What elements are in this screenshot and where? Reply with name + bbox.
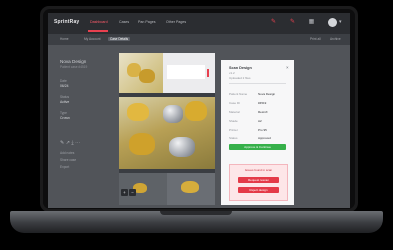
field-value: Pro 95 bbox=[258, 128, 267, 132]
sidebar-link-share[interactable]: Share case bbox=[60, 158, 76, 162]
scan-caption-box bbox=[167, 65, 205, 79]
field-label: Type bbox=[60, 111, 67, 115]
case-title: Nova Design bbox=[60, 59, 87, 64]
panel-title: Scan Design bbox=[229, 66, 252, 70]
breadcrumb-home[interactable]: Home bbox=[60, 37, 69, 41]
reject-design-button[interactable]: Reject design bbox=[238, 187, 279, 193]
nav-item-dashboard[interactable]: Dashboard bbox=[90, 20, 108, 24]
tooth-model bbox=[185, 101, 207, 121]
marker bbox=[207, 69, 209, 77]
field-value: #4519 bbox=[258, 101, 267, 105]
field-value: Active bbox=[60, 100, 70, 104]
nav-item-other-pages[interactable]: Other Pages bbox=[166, 20, 186, 24]
field-value: Crown bbox=[60, 116, 70, 120]
laptop-hinge bbox=[160, 211, 232, 215]
crown-model bbox=[169, 137, 195, 157]
tooth-model bbox=[129, 133, 155, 155]
more-icon[interactable]: ⋯ bbox=[75, 140, 82, 146]
issue-alert: Issues found in scan Request rescan Reje… bbox=[229, 164, 288, 201]
field-label: Status bbox=[229, 136, 238, 140]
nav-item-pan-pages[interactable]: Pan Pages bbox=[138, 20, 156, 24]
nav-item-cases[interactable]: Cases bbox=[119, 20, 129, 24]
print-all-link[interactable]: Print all bbox=[310, 37, 321, 41]
case-subtitle: Patient case #4519 bbox=[60, 65, 88, 69]
sidebar-link-notes[interactable]: Add notes bbox=[60, 151, 74, 155]
alert-title: Issues found in scan bbox=[244, 168, 273, 172]
breadcrumb: Home My Account Case Details Print all A… bbox=[48, 34, 350, 45]
field-value: A2 bbox=[258, 119, 262, 123]
field-label: Patient Name bbox=[229, 92, 248, 96]
sidebar: Nova Design Patient case #4519 Date 06/2… bbox=[48, 45, 116, 208]
chevron-down-icon[interactable]: ▾ bbox=[339, 19, 342, 25]
field-label: Shade bbox=[229, 119, 238, 123]
field-label: Material bbox=[229, 110, 240, 114]
close-icon[interactable]: × bbox=[286, 65, 289, 70]
sidebar-link-export[interactable]: Export bbox=[60, 165, 69, 169]
field-value: ResinX bbox=[258, 110, 268, 114]
field-value: Nova Design bbox=[258, 92, 276, 96]
tooth-model bbox=[139, 69, 155, 83]
panel-subtitle: v1.2 bbox=[229, 71, 235, 75]
scan-gallery: + − bbox=[119, 53, 215, 205]
zoom-out-button[interactable]: − bbox=[129, 189, 136, 196]
approve-button[interactable]: Approve & Continue bbox=[229, 144, 286, 150]
breadcrumb-current: Case Details bbox=[108, 37, 131, 41]
field-label: Printer bbox=[229, 128, 238, 132]
avatar[interactable] bbox=[328, 18, 337, 27]
field-value: Approved bbox=[258, 136, 271, 140]
field-label: Status bbox=[60, 95, 70, 99]
scan-image[interactable] bbox=[119, 97, 215, 169]
crown-model bbox=[163, 105, 183, 123]
request-rescan-button[interactable]: Request rescan bbox=[238, 177, 279, 183]
field-label: Date bbox=[60, 79, 67, 83]
archive-link[interactable]: Archive bbox=[330, 37, 341, 41]
field-label: Case ID bbox=[229, 101, 240, 105]
details-panel: Scan Design × v1.2 Uploaded 2 files Pati… bbox=[221, 60, 294, 205]
breadcrumb-account[interactable]: My Account bbox=[84, 37, 100, 41]
brand-logo[interactable]: SprintRay bbox=[54, 19, 79, 25]
tooth-model bbox=[181, 181, 199, 193]
pen-icon[interactable]: ✎ bbox=[270, 19, 277, 26]
active-nav-indicator bbox=[88, 30, 108, 32]
scan-image[interactable] bbox=[119, 53, 215, 93]
zoom-in-button[interactable]: + bbox=[121, 189, 128, 196]
brand-name: SprintRay bbox=[54, 19, 80, 25]
top-bar: SprintRay Dashboard Cases Pan Pages Othe… bbox=[48, 13, 350, 34]
grid-icon[interactable]: ▦ bbox=[308, 19, 315, 26]
pen-icon[interactable]: ✎ bbox=[289, 19, 296, 26]
field-value: 06/24 bbox=[60, 84, 69, 88]
tooth-model bbox=[127, 103, 149, 121]
app-screen: SprintRay Dashboard Cases Pan Pages Othe… bbox=[48, 13, 350, 208]
panel-meta: Uploaded 2 files bbox=[229, 76, 251, 80]
divider bbox=[229, 83, 286, 84]
action-icons: ✎↗⤓⋯ bbox=[60, 140, 82, 146]
